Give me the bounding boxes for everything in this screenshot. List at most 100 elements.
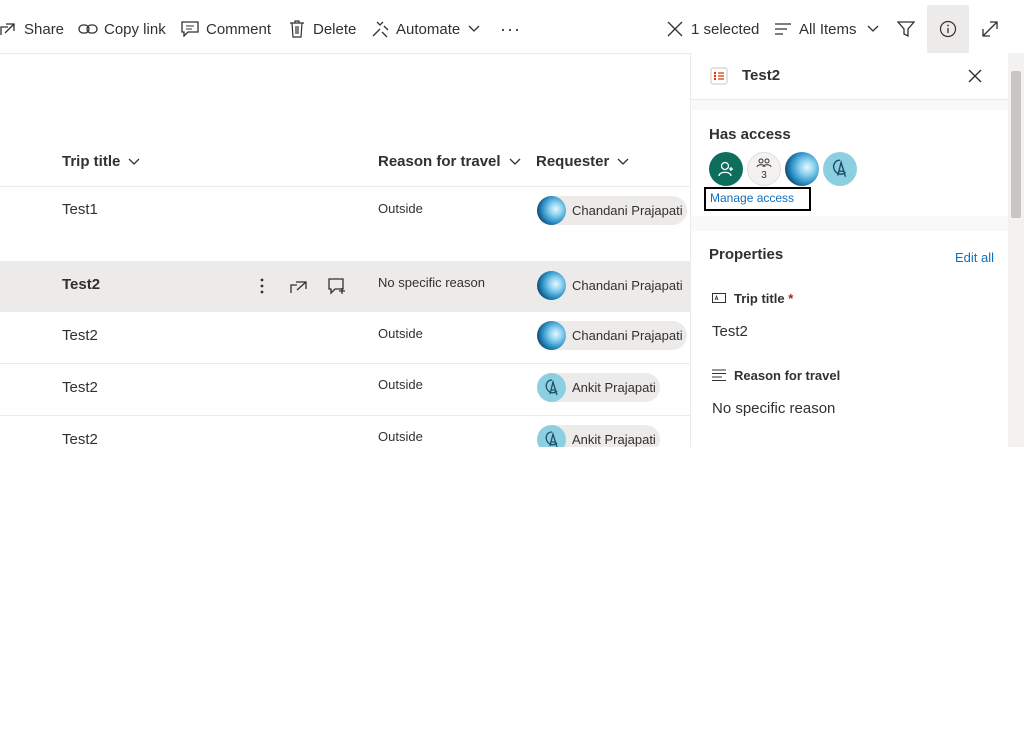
manage-access-link[interactable]: Manage access (704, 187, 811, 211)
filter-button[interactable] (896, 5, 916, 53)
table-row[interactable]: Test2 Outside Chandani Prajapati (0, 311, 690, 364)
info-pane-button[interactable] (927, 5, 969, 53)
field-label-reason: Reason for travel (734, 368, 841, 383)
column-header-title[interactable]: Trip title (62, 153, 140, 170)
trash-icon (287, 19, 307, 39)
add-person-icon (718, 161, 733, 177)
avatar (537, 271, 566, 300)
comment-button[interactable]: Comment (180, 5, 271, 53)
avatar (537, 425, 566, 447)
automate-icon (370, 19, 390, 39)
link-icon (78, 19, 98, 39)
details-pane-header: Test2 (691, 53, 1009, 100)
more-icon: ··· (500, 18, 521, 39)
expand-button[interactable] (980, 5, 1000, 53)
company-logo-icon (832, 159, 847, 177)
more-vertical-icon[interactable] (250, 274, 274, 298)
view-label: All Items (799, 20, 857, 38)
avatar (537, 321, 566, 350)
table-row[interactable]: Test1 Outside Chandani Prajapati (0, 187, 690, 262)
field-label-text: Trip title (734, 291, 785, 306)
column-header-requester[interactable]: Requester (536, 153, 629, 170)
chevron-down-icon (468, 25, 480, 33)
requester-pill[interactable]: Ankit Prajapati (537, 425, 660, 447)
requester-name: Ankit Prajapati (572, 380, 656, 395)
avatar (537, 373, 566, 402)
chevron-down-icon (617, 153, 629, 170)
view-switcher[interactable]: All Items (773, 5, 879, 53)
chevron-down-icon (128, 153, 140, 170)
cell-title[interactable]: Test2 (62, 327, 98, 344)
field-value-reason[interactable]: No specific reason (712, 400, 835, 417)
automate-label: Automate (396, 20, 461, 38)
copy-link-label: Copy link (104, 20, 166, 38)
share-icon (0, 19, 16, 39)
automate-button[interactable]: Automate (370, 5, 480, 53)
column-header-reason[interactable]: Reason for travel (378, 153, 521, 170)
avatar[interactable] (785, 152, 819, 186)
details-pane-title: Test2 (742, 67, 781, 84)
scrollbar-thumb[interactable] (1011, 71, 1021, 218)
add-comment-icon[interactable] (326, 274, 350, 298)
group-avatar[interactable]: 3 (747, 152, 781, 186)
avatar[interactable] (823, 152, 857, 186)
table-row[interactable]: Test2 No specific reason Chandani Prajap… (0, 261, 690, 312)
text-field-icon (712, 291, 726, 305)
requester-name: Chandani Prajapati (572, 278, 683, 293)
column-header-label: Trip title (62, 153, 121, 170)
list-view: Share Copy link Comment Delete Automate (0, 0, 1024, 447)
close-icon (665, 19, 685, 39)
properties-heading: Properties (709, 246, 784, 263)
cell-reason: Outside (378, 201, 423, 216)
list-item-icon (710, 67, 728, 90)
multiline-text-icon (712, 368, 726, 382)
delete-label: Delete (313, 20, 357, 38)
close-icon[interactable] (968, 69, 982, 88)
requester-name: Chandani Prajapati (572, 203, 683, 218)
selection-count: 1 selected (691, 20, 760, 38)
requester-pill[interactable]: Chandani Prajapati (537, 196, 687, 225)
chevron-down-icon (867, 25, 879, 33)
delete-button[interactable]: Delete (287, 5, 356, 53)
table-row[interactable]: Test2 Outside Ankit Prajapati (0, 363, 690, 416)
company-logo-icon (545, 430, 558, 447)
copy-link-button[interactable]: Copy link (78, 5, 166, 53)
item-list: Trip title Reason for travel Requester T… (0, 53, 690, 447)
command-bar: Share Copy link Comment Delete Automate (0, 5, 1024, 54)
field-label-trip-title: Trip title * (734, 291, 793, 306)
cell-reason: Outside (378, 377, 423, 392)
requester-pill[interactable]: Ankit Prajapati (537, 373, 660, 402)
details-scrollbar[interactable] (1008, 53, 1024, 447)
avatar (537, 196, 566, 225)
required-marker: * (788, 291, 794, 306)
share-icon[interactable] (287, 274, 311, 298)
manage-access-label: Manage access (710, 191, 795, 205)
requester-pill[interactable]: Chandani Prajapati (537, 321, 687, 350)
expand-icon (981, 20, 999, 38)
column-header-label: Requester (536, 153, 610, 170)
owner-avatar[interactable] (709, 152, 743, 186)
requester-name: Ankit Prajapati (572, 432, 656, 447)
comment-label: Comment (206, 20, 272, 38)
group-count: 3 (761, 170, 767, 181)
cell-reason: Outside (378, 429, 423, 444)
cell-title[interactable]: Test1 (62, 201, 98, 218)
view-list-icon (773, 19, 793, 39)
cell-title[interactable]: Test2 (62, 276, 100, 293)
info-icon (939, 20, 957, 38)
chevron-down-icon (509, 153, 521, 170)
people-icon (756, 158, 772, 168)
clear-selection-button[interactable]: 1 selected (665, 5, 759, 53)
cell-title[interactable]: Test2 (62, 379, 98, 396)
cell-reason: No specific reason (378, 275, 485, 290)
comment-icon (180, 19, 200, 39)
more-actions-button[interactable]: ··· (500, 5, 521, 53)
table-row[interactable]: Test2 Outside Ankit Prajapati (0, 415, 690, 447)
cell-title[interactable]: Test2 (62, 431, 98, 447)
requester-pill[interactable]: Chandani Prajapati (537, 271, 687, 300)
company-logo-icon (545, 378, 558, 395)
share-button[interactable]: Share (0, 5, 64, 53)
column-header-label: Reason for travel (378, 153, 501, 170)
edit-all-link[interactable]: Edit all (955, 250, 994, 265)
field-value-trip-title[interactable]: Test2 (712, 323, 748, 340)
